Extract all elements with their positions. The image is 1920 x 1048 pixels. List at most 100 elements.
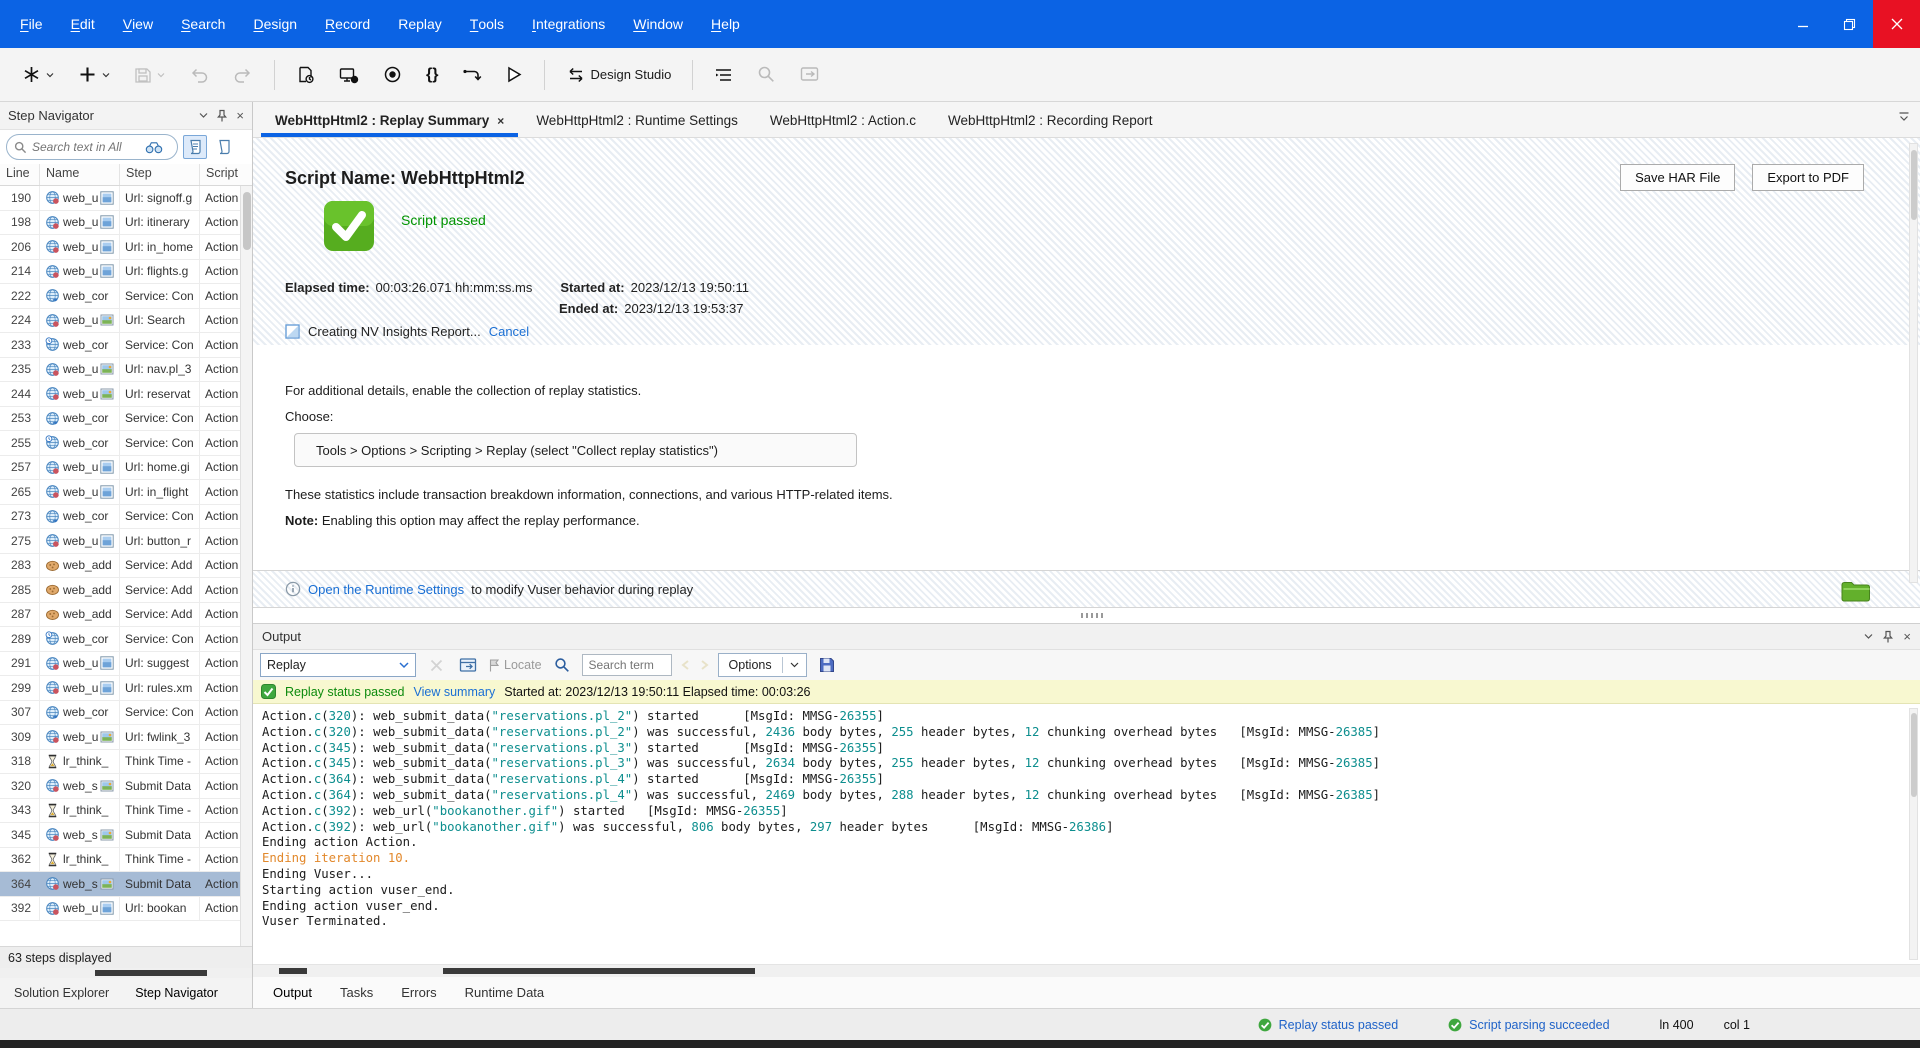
locate-button[interactable]: Locate: [488, 658, 542, 672]
prev-result-icon[interactable]: [680, 659, 691, 671]
step-search-input[interactable]: [32, 140, 140, 154]
clear-output-button[interactable]: [424, 653, 448, 677]
step-row-275[interactable]: 275 web_u Url: button_r Action: [0, 529, 252, 554]
replay-button[interactable]: [494, 56, 535, 94]
pin-icon[interactable]: [1883, 630, 1894, 643]
step-row-244[interactable]: 244 web_u Url: reservat Action: [0, 382, 252, 407]
output-options-button[interactable]: Options: [717, 653, 807, 677]
step-row-283[interactable]: 283 web_add Service: Add Action: [0, 553, 252, 578]
minimize-button[interactable]: [1779, 0, 1826, 48]
step-row-345[interactable]: 345 web_s Submit Data Action: [0, 823, 252, 848]
doc-tab-3[interactable]: WebHttpHtml2 : Recording Report: [932, 105, 1169, 137]
open-runtime-settings-link[interactable]: Open the Runtime Settings: [308, 582, 464, 597]
close-button[interactable]: [1873, 0, 1920, 48]
menu-replay[interactable]: Replay: [384, 0, 456, 48]
step-row-285[interactable]: 285 web_add Service: Add Action: [0, 578, 252, 603]
menu-record[interactable]: Record: [311, 0, 384, 48]
menu-help[interactable]: Help: [697, 0, 754, 48]
step-row-273[interactable]: 273 web_cor Service: Con Action: [0, 504, 252, 529]
view-summary-link[interactable]: View summary: [414, 685, 496, 699]
step-row-255[interactable]: 255 web_cor Service: Con Action: [0, 431, 252, 456]
menu-design[interactable]: Design: [239, 0, 311, 48]
step-row-214[interactable]: 214 web_u Url: flights.g Action: [0, 259, 252, 284]
nv-cancel-link[interactable]: Cancel: [489, 324, 529, 339]
output-tab-runtime-data[interactable]: Runtime Data: [465, 985, 544, 1000]
add-button[interactable]: [66, 56, 122, 94]
column-header-step[interactable]: Step: [120, 164, 200, 185]
doc-tab-0[interactable]: WebHttpHtml2 : Replay Summary ×: [259, 105, 520, 137]
menu-integrations[interactable]: Integrations: [518, 0, 619, 48]
tab-close-icon[interactable]: ×: [497, 114, 504, 128]
summary-scrollbar[interactable]: [1909, 143, 1918, 583]
search-steps-button[interactable]: [745, 56, 788, 94]
record-button[interactable]: [371, 56, 414, 94]
menu-tools[interactable]: Tools: [456, 0, 518, 48]
panel-menu-chevron-icon[interactable]: [1864, 633, 1873, 640]
column-header-line[interactable]: Line: [0, 164, 40, 185]
save-har-button[interactable]: Save HAR File: [1620, 164, 1736, 191]
step-row-289[interactable]: 289 web_cor Service: Con Action: [0, 627, 252, 652]
next-result-icon[interactable]: [699, 659, 710, 671]
binoculars-icon[interactable]: [145, 141, 163, 154]
menu-view[interactable]: View: [109, 0, 167, 48]
output-tab-errors[interactable]: Errors: [401, 985, 436, 1000]
column-header-script[interactable]: Script: [200, 164, 241, 185]
doc-tab-2[interactable]: WebHttpHtml2 : Action.c: [754, 105, 932, 137]
step-row-190[interactable]: 190 web_u Url: signoff.g Action: [0, 186, 252, 211]
panel-menu-chevron-icon[interactable]: [199, 112, 208, 119]
output-vscrollbar[interactable]: [1909, 708, 1918, 960]
step-row-362[interactable]: 362 lr_think_ Think Time - Action: [0, 847, 252, 872]
output-tab-output[interactable]: Output: [273, 985, 312, 1000]
snapshot-braces-button[interactable]: {}: [414, 56, 450, 94]
save-output-button[interactable]: [815, 653, 839, 677]
output-search-input[interactable]: [581, 654, 672, 676]
step-row-299[interactable]: 299 web_u Url: rules.xm Action: [0, 676, 252, 701]
output-search-button[interactable]: [550, 653, 574, 677]
step-search-box[interactable]: [6, 134, 178, 160]
step-table-header[interactable]: Line Name Step Script: [0, 164, 252, 186]
step-row-224[interactable]: 224 web_u Url: Search Action: [0, 308, 252, 333]
step-row-206[interactable]: 206 web_u Url: in_home Action: [0, 235, 252, 260]
export-pdf-button[interactable]: Export to PDF: [1752, 164, 1864, 191]
step-row-235[interactable]: 235 web_u Url: nav.pl_3 Action: [0, 357, 252, 382]
run-to-step-button[interactable]: [450, 56, 494, 94]
output-hscrollbar[interactable]: [253, 964, 1920, 977]
step-row-364[interactable]: 364 web_s Submit Data Action: [0, 872, 252, 897]
show-steps-toggle[interactable]: [183, 135, 207, 159]
step-row-198[interactable]: 198 web_u Url: itinerary Action: [0, 210, 252, 235]
step-row-257[interactable]: 257 web_u Url: home.gi Action: [0, 455, 252, 480]
panel-close-icon[interactable]: ×: [236, 108, 244, 123]
record-options-button[interactable]: [327, 56, 371, 94]
step-row-343[interactable]: 343 lr_think_ Think Time - Action: [0, 798, 252, 823]
column-header-name[interactable]: Name: [40, 164, 120, 185]
output-tab-tasks[interactable]: Tasks: [340, 985, 373, 1000]
step-row-318[interactable]: 318 lr_think_ Think Time - Action: [0, 749, 252, 774]
menu-window[interactable]: Window: [619, 0, 697, 48]
menu-file[interactable]: File: [6, 0, 57, 48]
undo-button[interactable]: [177, 56, 221, 94]
regenerate-script-button[interactable]: [284, 56, 327, 94]
step-table-vscrollbar[interactable]: [240, 186, 252, 946]
output-filter-select[interactable]: Replay: [260, 653, 416, 677]
new-script-button[interactable]: [10, 56, 66, 94]
menu-search[interactable]: Search: [167, 0, 239, 48]
nv-report-folder-icon[interactable]: [1840, 577, 1872, 603]
step-row-307[interactable]: 307 web_cor Service: Con Action: [0, 700, 252, 725]
step-row-392[interactable]: 392 web_u Url: bookan Action: [0, 896, 252, 921]
tab-list-icon[interactable]: [1898, 112, 1910, 122]
save-button[interactable]: [122, 56, 177, 94]
menu-edit[interactable]: Edit: [57, 0, 109, 48]
panel-close-icon[interactable]: ×: [1903, 629, 1911, 644]
step-row-233[interactable]: 233 web_cor Service: Con Action: [0, 333, 252, 358]
horizontal-splitter[interactable]: [253, 608, 1920, 624]
step-list-button[interactable]: [702, 56, 745, 94]
show-snapshot-button[interactable]: [788, 56, 831, 94]
restore-button[interactable]: [1826, 0, 1873, 48]
step-table-hscrollbar[interactable]: [0, 968, 252, 978]
design-studio-button[interactable]: Design Studio: [554, 56, 683, 94]
panel-tab-solution-explorer[interactable]: Solution Explorer: [14, 986, 109, 1000]
doc-tab-1[interactable]: WebHttpHtml2 : Runtime Settings: [520, 105, 754, 137]
open-in-window-button[interactable]: [456, 653, 480, 677]
pin-icon[interactable]: [217, 109, 228, 122]
step-row-222[interactable]: 222 web_cor Service: Con Action: [0, 284, 252, 309]
